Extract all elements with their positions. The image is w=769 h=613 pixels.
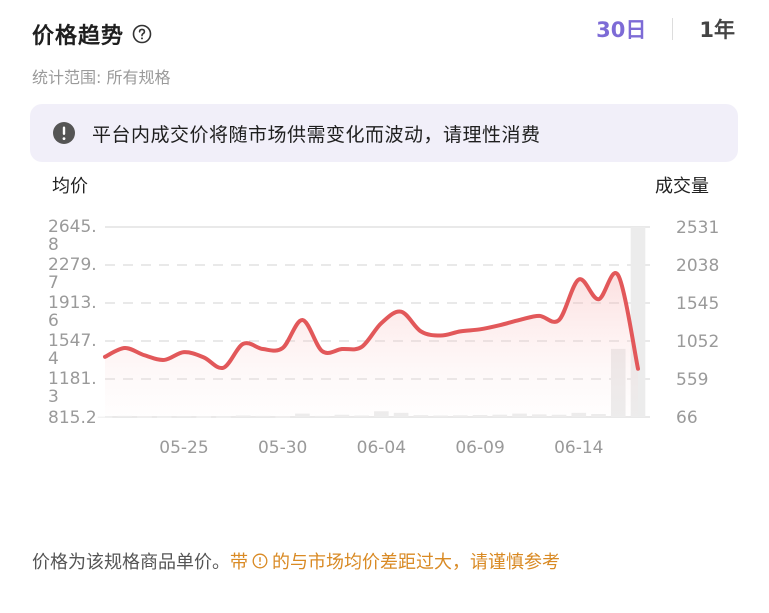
footer-warn-pre: 带 [230,552,248,573]
price-trend-chart: 均价 成交量 2645. 82279. 71913. 61547. 41181. 3815… [48,176,719,458]
footer-warn-post: 的与市场均价差距过大，请谨慎参考 [272,552,560,573]
footer-note: 价格为该规格商品单价。 带 的与市场均价差距过大，请谨慎参考 [32,548,560,574]
tab-1-year[interactable]: 1年 [699,14,735,44]
price-area [105,272,638,417]
page-title: 价格趋势 [32,24,125,49]
y2-tick-label: 1545 [676,294,719,314]
tab-30-days[interactable]: 30日 [596,14,646,44]
price-notice-banner: 平台内成交价将随市场供需变化而波动，请理性消费 [30,104,738,162]
y2-tick-label: 2531 [676,218,719,238]
y-tick-label: 1547. 4 [48,331,97,369]
x-tick-label: 06-09 [455,438,504,458]
x-tick-label: 06-04 [357,438,406,458]
x-tick-label: 05-30 [258,438,307,458]
y-axis-label: 均价 [52,176,88,197]
range-tabs: 30日 1年 [596,14,735,44]
x-tick-label: 06-14 [554,438,603,458]
x-tick-label: 05-25 [159,438,208,458]
y2-tick-label: 1052 [676,332,719,352]
y2-tick-label: 559 [676,370,708,390]
tab-divider [672,18,674,40]
help-icon[interactable] [132,24,152,44]
y-tick-label: 2279. 7 [48,255,97,293]
y-tick-label: 815.2 [48,408,97,428]
y2-tick-label: 66 [676,408,698,428]
warning-circle-icon [252,553,268,569]
footer-prefix: 价格为该规格商品单价。 [32,552,230,573]
title-row: 价格趋势 [32,18,152,50]
y-tick-label: 2645. 8 [48,217,97,255]
exclamation-icon [53,122,75,144]
scope-subtitle: 统计范围: 所有规格 [32,68,171,87]
y-tick-label: 1913. 6 [48,293,97,331]
y2-axis-label: 成交量 [655,176,709,197]
y-tick-label: 1181. 3 [48,369,97,407]
y2-tick-label: 2038 [676,256,719,276]
footer-warning: 带 的与市场均价差距过大，请谨慎参考 [230,548,560,574]
notice-text: 平台内成交价将随市场供需变化而波动，请理性消费 [92,123,541,146]
